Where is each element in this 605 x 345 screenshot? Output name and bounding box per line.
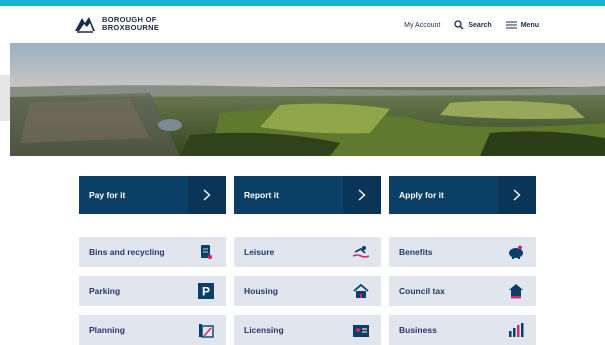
service-label: Licensing — [244, 325, 284, 335]
service-label: Benefits — [399, 247, 433, 257]
service-tile-benefits[interactable]: Benefits — [389, 237, 536, 267]
service-label: Leisure — [244, 247, 275, 257]
report-it-label: Report it — [244, 190, 279, 200]
service-tile-leisure[interactable]: Leisure — [234, 237, 381, 267]
apply-for-it-label: Apply for it — [399, 190, 444, 200]
council-tax-house-icon — [496, 283, 536, 299]
service-label: Parking — [89, 286, 121, 296]
service-tile-housing[interactable]: Housing — [234, 276, 381, 306]
menu-label: Menu — [520, 21, 539, 29]
logo-text: BOROUGH OF BROXBOURNE — [102, 16, 159, 32]
logo-line-2: BROXBOURNE — [102, 23, 160, 32]
swimmer-icon — [341, 245, 381, 259]
site-logo[interactable]: BOROUGH OF BROXBOURNE — [74, 14, 159, 34]
parking-icon: P — [186, 283, 226, 299]
search-button[interactable]: Search — [454, 20, 492, 30]
service-label: Housing — [244, 286, 278, 296]
my-account-link[interactable]: My Account — [404, 22, 440, 29]
chevron-right-icon — [188, 176, 226, 214]
bar-chart-icon — [496, 322, 536, 338]
header-nav: My Account Search Menu — [390, 18, 539, 32]
report-it-button[interactable]: Report it — [234, 176, 381, 214]
service-tile-parking[interactable]: Parking P — [79, 276, 226, 306]
house-icon — [341, 283, 381, 299]
search-icon — [454, 20, 464, 30]
service-label: Business — [399, 325, 437, 335]
pay-for-it-button[interactable]: Pay for it — [79, 176, 226, 214]
service-label: Planning — [89, 325, 125, 335]
piggy-bank-icon — [496, 245, 536, 259]
svg-text:P: P — [202, 285, 210, 299]
logo-emblem-icon — [75, 17, 95, 33]
menu-button[interactable]: Menu — [505, 21, 539, 29]
blueprint-icon — [186, 323, 226, 338]
pay-for-it-label: Pay for it — [89, 190, 126, 200]
search-label: Search — [468, 21, 492, 29]
service-label: Council tax — [399, 286, 445, 296]
id-card-icon — [341, 323, 381, 338]
my-account-label: My Account — [404, 21, 441, 29]
recycling-bin-icon — [186, 244, 226, 260]
site-header: BOROUGH OF BROXBOURNE My Account Search … — [0, 6, 605, 43]
service-label: Bins and recycling — [89, 247, 165, 257]
service-tile-council-tax[interactable]: Council tax — [389, 276, 536, 306]
hero-panorama-image — [10, 43, 605, 156]
service-tile-bins-and-recycling[interactable]: Bins and recycling — [79, 237, 226, 267]
chevron-right-icon — [343, 176, 381, 214]
apply-for-it-button[interactable]: Apply for it — [389, 176, 536, 214]
chevron-right-icon — [498, 176, 536, 214]
hamburger-menu-icon — [505, 21, 517, 29]
side-overlay — [0, 75, 10, 121]
